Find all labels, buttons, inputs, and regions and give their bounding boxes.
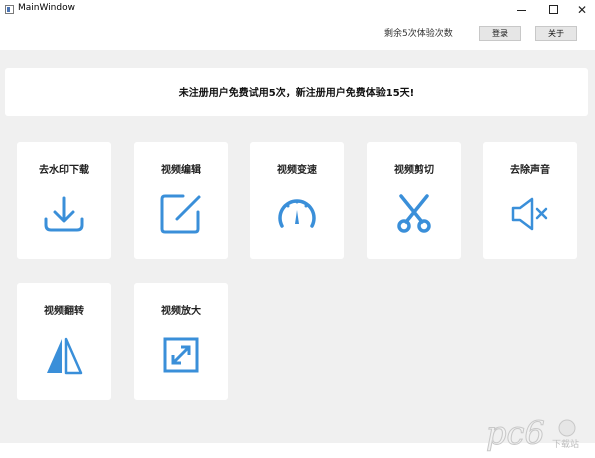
maximize-button[interactable] — [540, 0, 566, 20]
remaining-trials-text: 剩余5次体验次数 — [384, 29, 453, 39]
title-bar: MainWindow ✕ — [0, 0, 595, 20]
minimize-icon — [516, 10, 526, 11]
flip-icon — [42, 333, 86, 377]
tool-card-label: 视频放大 — [161, 306, 201, 317]
tool-card-label: 视频翻转 — [44, 306, 84, 317]
window-title: MainWindow — [18, 3, 75, 13]
app-icon — [5, 5, 14, 14]
maximize-icon — [548, 5, 558, 14]
notice-text: 未注册用户免费试用5次，新注册用户免费体验15天! — [178, 88, 415, 99]
tool-card-video-cut[interactable]: 视频剪切 — [367, 142, 461, 259]
tool-card-video-speed[interactable]: 视频变速 — [250, 142, 344, 259]
tool-card-video-edit[interactable]: 视频编辑 — [134, 142, 228, 259]
close-button[interactable]: ✕ — [569, 0, 595, 20]
svg-text:pc6: pc6 — [486, 414, 545, 452]
tool-card-video-zoom[interactable]: 视频放大 — [134, 283, 228, 400]
tool-card-label: 视频剪切 — [394, 165, 434, 176]
minimize-button[interactable] — [508, 0, 534, 20]
tool-card-video-flip[interactable]: 视频翻转 — [17, 283, 111, 400]
edit-icon — [159, 192, 203, 236]
expand-icon — [159, 333, 203, 377]
tool-card-label: 视频编辑 — [161, 165, 201, 176]
watermark-logo: pc6 下载站 — [486, 414, 586, 454]
about-button[interactable]: 关于 — [535, 26, 577, 41]
scissors-icon — [392, 192, 436, 236]
download-icon — [42, 192, 86, 236]
svg-text:下载站: 下载站 — [552, 438, 579, 450]
tool-card-label: 去水印下载 — [39, 165, 89, 176]
main-content: 剩余5次体验次数 登录 关于 未注册用户免费试用5次，新注册用户免费体验15天!… — [0, 20, 595, 453]
top-toolbar: 剩余5次体验次数 登录 关于 — [0, 20, 595, 50]
login-button[interactable]: 登录 — [479, 26, 521, 41]
mute-icon — [508, 192, 552, 236]
speedometer-icon — [275, 192, 319, 236]
tool-card-label: 去除声音 — [510, 165, 550, 176]
tool-card-remove-watermark[interactable]: 去水印下载 — [17, 142, 111, 259]
close-icon: ✕ — [576, 3, 588, 17]
tool-card-remove-audio[interactable]: 去除声音 — [483, 142, 577, 259]
notice-banner: 未注册用户免费试用5次，新注册用户免费体验15天! — [5, 68, 588, 116]
tool-card-label: 视频变速 — [277, 165, 317, 176]
